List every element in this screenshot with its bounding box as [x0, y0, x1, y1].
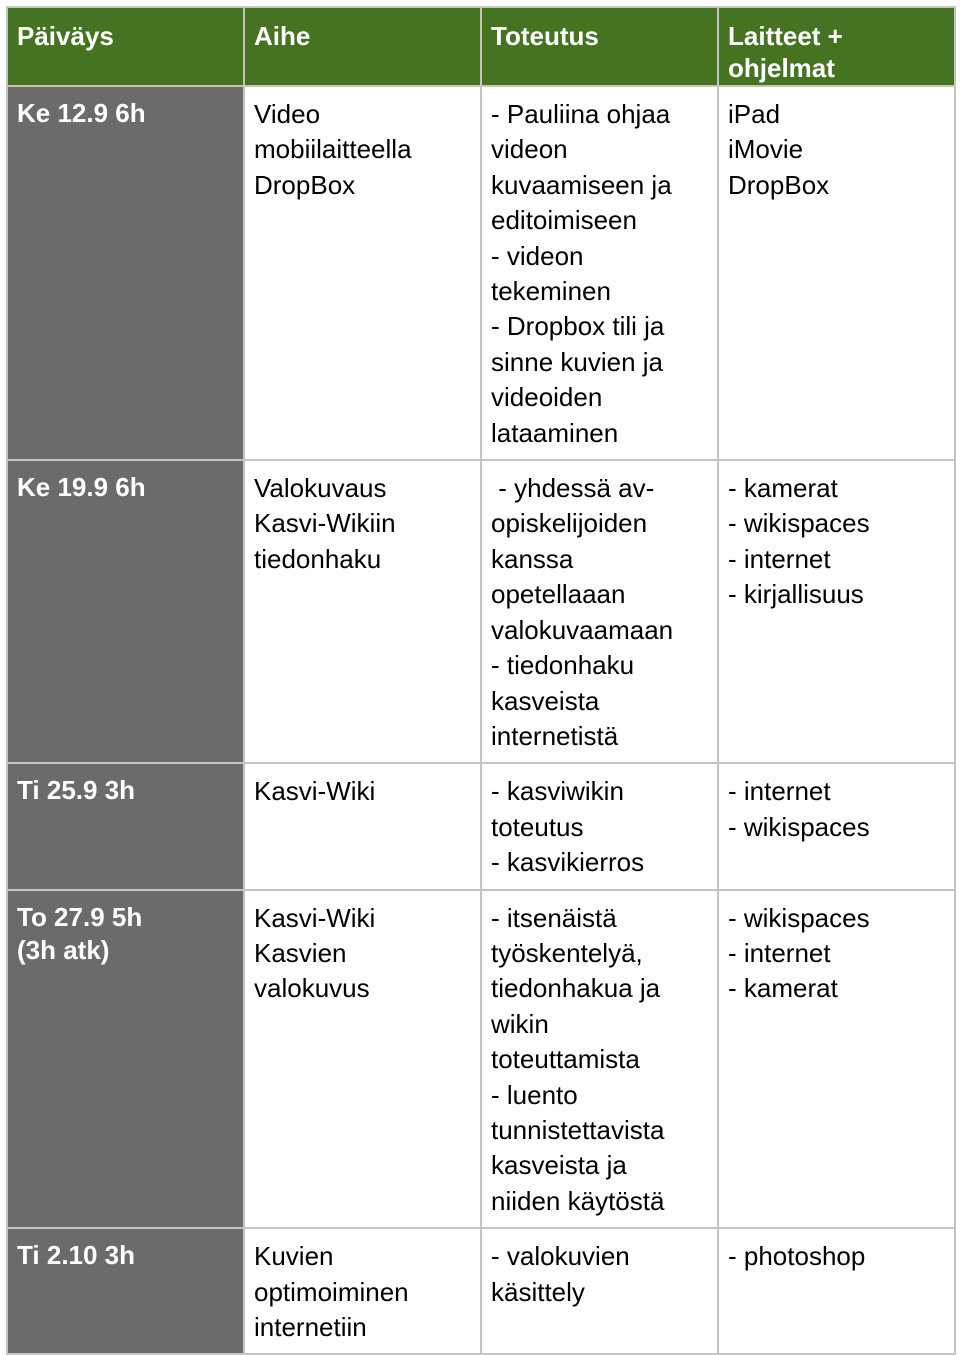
topic-line: Kasvien: [254, 937, 347, 968]
tools-line: DropBox: [728, 169, 830, 200]
implementation-line: - kasviwikin: [491, 776, 624, 807]
tools-line: - kamerat: [728, 473, 838, 504]
implementation-cell: - itsenäistä työskentelyä, tiedonhakua ja w…: [480, 888, 719, 1230]
implementation-line: internetistä: [491, 720, 619, 751]
topic-cell: Kasvi-Wiki: [243, 762, 482, 891]
tools-line: - wikispaces: [728, 902, 870, 933]
implementation-line: tiedonhakua ja: [491, 973, 661, 1004]
date-cell: Ke 19.9 6h: [6, 459, 245, 765]
tools-cell: - photoshop: [717, 1227, 956, 1355]
tools-line: iPad: [728, 99, 781, 129]
tools-line: - kirjallisuus: [728, 579, 864, 610]
header-tools: Laitteet + ohjelmat: [717, 6, 956, 87]
implementation-line: niiden käytöstä: [491, 1185, 665, 1216]
implementation-line: - kasvikierros: [491, 847, 645, 878]
implementation-cell: - valokuvien käsittely: [480, 1227, 719, 1355]
implementation-line: työskentelyä,: [491, 937, 643, 968]
implementation-line: kuvaamiseen ja: [491, 169, 672, 200]
date-line: Ti 25.9 3h: [17, 775, 136, 806]
schedule-table: Päiväys Aihe Toteutus Laitteet + ohjelma…: [6, 6, 956, 1355]
implementation-line: kasveista: [491, 685, 600, 716]
implementation-line: toteutus: [491, 811, 584, 842]
header-implementation: Toteutus: [480, 6, 719, 87]
header-topic: Aihe: [243, 6, 482, 87]
implementation-line: käsittely: [491, 1276, 585, 1307]
topic-line: DropBox: [254, 169, 356, 200]
topic-line: Kasvi-Wiki: [254, 902, 376, 933]
topic-line: mobiilaitteella: [254, 134, 412, 165]
implementation-line: editoimiseen: [491, 205, 637, 236]
tools-line: - internet: [728, 937, 831, 968]
header-date: Päiväys: [6, 6, 245, 87]
tools-line: - kamerat: [728, 973, 838, 1004]
implementation-line: valokuvaamaan: [491, 614, 674, 645]
tools-line: - internet: [728, 543, 831, 574]
table-row: Ke 12.9 6h Video mobiilaitteella DropBox - P…: [6, 84, 956, 462]
implementation-line: kasveista ja: [491, 1150, 627, 1181]
implementation-line: kanssa: [491, 543, 574, 574]
topic-line: internetiin: [254, 1312, 367, 1342]
date-line: (3h atk): [17, 934, 110, 965]
implementation-line: - Pauliina ohjaa: [491, 99, 671, 129]
implementation-line: opiskelijoiden: [491, 508, 648, 539]
topic-cell: Kasvi-Wiki Kasvien valokuvus: [243, 888, 482, 1230]
date-cell: Ti 2.10 3h: [6, 1227, 245, 1355]
table-row: Ke 19.9 6h Valokuvaus Kasvi-Wikiin tiedonha…: [6, 459, 956, 765]
implementation-line: - valokuvien: [491, 1241, 630, 1272]
tools-cell: - internet - wikispaces: [717, 762, 956, 891]
date-line: Ke 19.9 6h: [17, 472, 146, 503]
implementation-line: videoiden: [491, 382, 603, 413]
implementation-line: - videon: [491, 240, 584, 271]
implementation-line: videon: [491, 134, 568, 165]
tools-line: - photoshop: [728, 1241, 866, 1272]
tools-line: - wikispaces: [728, 508, 870, 539]
implementation-line: tekeminen: [491, 276, 611, 307]
date-cell: To 27.9 5h (3h atk): [6, 888, 245, 1230]
implementation-line: lataaminen: [491, 417, 619, 448]
implementation-line: toteuttamista: [491, 1044, 640, 1075]
table-row: Ti 25.9 3h Kasvi-Wiki - kasviwikin toteutus…: [6, 762, 956, 891]
implementation-line: opetellaaan: [491, 579, 626, 610]
topic-line: Kasvi-Wiki: [254, 776, 376, 807]
date-line: Ke 12.9 6h: [17, 98, 146, 128]
topic-line: optimoiminen: [254, 1276, 409, 1307]
implementation-line: - Dropbox tili ja: [491, 311, 665, 342]
topic-line: Video: [254, 99, 321, 129]
implementation-line: wikin: [491, 1008, 549, 1039]
topic-line: Valokuvaus: [254, 473, 387, 504]
date-cell: Ti 25.9 3h: [6, 762, 245, 891]
topic-line: tiedonhaku: [254, 543, 382, 574]
implementation-cell: - Pauliina ohjaa videon kuvaamiseen ja edit…: [480, 84, 719, 462]
topic-line: valokuvus: [254, 973, 370, 1004]
implementation-line: tunnistettavista: [491, 1114, 665, 1145]
topic-cell: Valokuvaus Kasvi-Wikiin tiedonhaku: [243, 459, 482, 765]
tools-line: iMovie: [728, 134, 804, 165]
implementation-line: - itsenäistä: [491, 902, 617, 933]
date-cell: Ke 12.9 6h: [6, 84, 245, 462]
tools-cell: - kamerat - wikispaces - internet - kirjall…: [717, 459, 956, 765]
tools-cell: iPad iMovie DropBox: [717, 84, 956, 462]
tools-cell: - wikispaces - internet - kamerat: [717, 888, 956, 1230]
tools-line: - internet: [728, 776, 831, 807]
topic-line: Kasvi-Wikiin: [254, 508, 396, 539]
topic-line: Kuvien: [254, 1241, 334, 1272]
implementation-line: - yhdessä av-: [491, 473, 655, 504]
date-line: To 27.9 5h: [17, 901, 143, 932]
implementation-line: - luento: [491, 1079, 578, 1110]
topic-cell: Kuvien optimoiminen internetiin: [243, 1227, 482, 1355]
table-row: Ti 2.10 3h Kuvien optimoiminen internetiin -…: [6, 1227, 956, 1355]
tools-line: - wikispaces: [728, 811, 870, 842]
table-row: To 27.9 5h (3h atk) Kasvi-Wiki Kasvien valok…: [6, 888, 956, 1230]
date-line: Ti 2.10 3h: [17, 1240, 136, 1271]
topic-cell: Video mobiilaitteella DropBox: [243, 84, 482, 462]
implementation-cell: - yhdessä av-opiskelijoiden kanssa opetell…: [480, 459, 719, 765]
implementation-cell: - kasviwikin toteutus - kasvikierros: [480, 762, 719, 891]
implementation-line: - tiedonhaku: [491, 650, 635, 681]
implementation-line: sinne kuvien ja: [491, 346, 663, 377]
header-row: Päiväys Aihe Toteutus Laitteet + ohjelma…: [6, 6, 956, 87]
